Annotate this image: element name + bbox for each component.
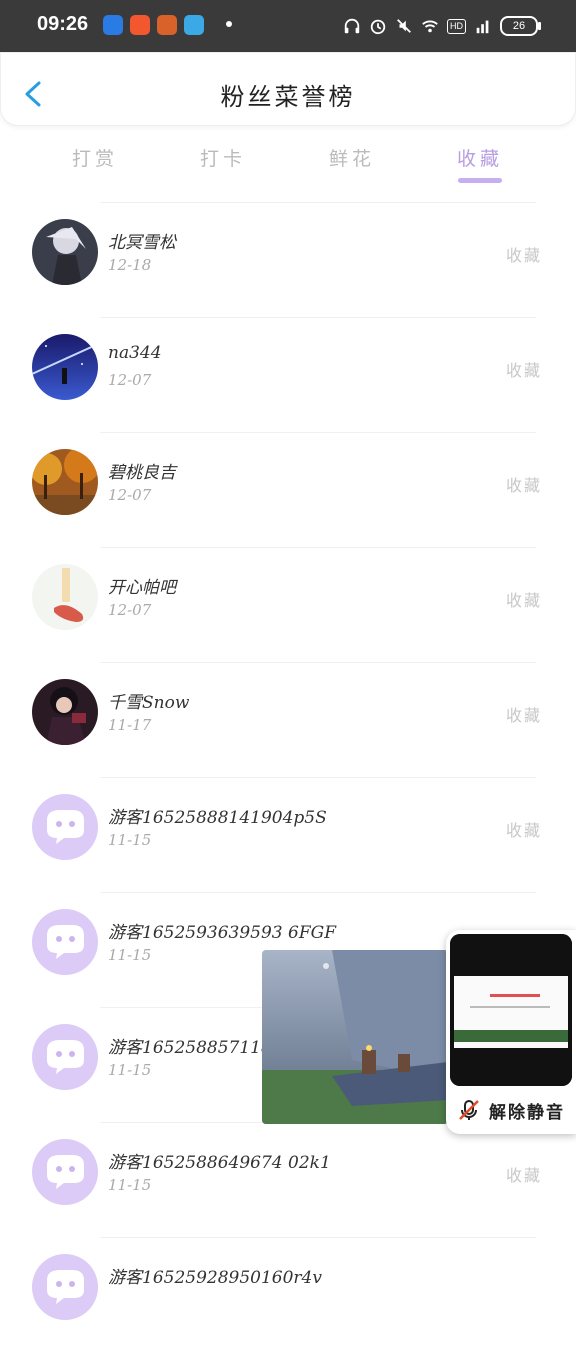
list-item[interactable]: 游客16525888141904p5S 11-15 收藏 [0,777,576,892]
page-title: 粉丝菜誉榜 [220,83,356,111]
mute-icon [397,19,411,33]
default-avatar-icon [32,1254,98,1320]
default-avatar-icon [32,1139,98,1205]
wifi-icon [422,20,438,33]
status-icons: HD 26 [343,14,541,38]
hd-badge: HD [447,18,466,34]
more-notifications-icon [226,21,232,27]
list-item[interactable]: 游客16525928950160r4v [0,1237,576,1352]
unmute-button[interactable]: 解除静音 [446,1090,576,1130]
fan-date: 12-07 [108,601,152,619]
fan-date: 11-15 [108,1061,152,1079]
fan-name: na344 [108,343,162,363]
fan-name: 游客16525888141904p5S [108,808,327,828]
active-tab-indicator [458,178,502,183]
fan-name: 游客16525928950160r4v [108,1268,322,1288]
status-bar: 09:26 HD 26 [0,0,576,52]
fan-date: 11-15 [108,946,152,964]
floating-mini-player[interactable]: 解除静音 [446,930,576,1134]
fan-date: 11-15 [108,1176,152,1194]
fan-action: 收藏 [505,1166,542,1185]
fan-action: 收藏 [505,476,542,495]
alarm-icon [370,19,386,35]
fan-name: 游客1652588649674 02k1 [108,1153,331,1173]
signal-icon [476,20,489,34]
fan-action: 收藏 [505,361,542,380]
app-notification-icon [157,15,177,35]
app-notification-icon [130,15,150,35]
list-item[interactable]: 北冥雪松 12-18 收藏 [0,202,576,317]
fan-name: 开心帕吧 [108,578,176,598]
unmute-label: 解除静音 [489,1102,565,1123]
mic-off-icon [459,1100,479,1120]
list-item[interactable]: na344 12-07 收藏 [0,317,576,432]
tab-flowers[interactable]: 鲜花 [312,144,392,171]
telegram-icon [184,15,204,35]
fan-date: 12-18 [108,256,152,274]
fan-name: 北冥雪松 [108,233,176,253]
status-time: 09:26 [37,13,89,35]
tab-favorites[interactable]: 收藏 [440,144,520,171]
fan-name: 游客165258857118 [108,1038,272,1058]
avatar [32,449,98,515]
tab-reward[interactable]: 打赏 [55,144,135,171]
default-avatar-icon [32,909,98,975]
fan-date: 11-17 [108,716,152,734]
list-item[interactable]: 游客1652588649674 02k1 11-15 收藏 [0,1122,576,1237]
tab-checkin[interactable]: 打卡 [183,144,263,171]
fan-list: 北冥雪松 12-18 收藏 na344 12-07 收藏 碧桃良吉 12-07 … [0,202,576,1352]
fan-name: 游客1652593639593 6FGF [108,923,336,943]
list-item[interactable]: 开心帕吧 12-07 收藏 [0,547,576,662]
headphones-icon [344,18,360,34]
fan-name: 千雪Snow [108,693,190,713]
fan-date: 12-07 [108,371,152,389]
fan-date: 11-15 [108,831,152,849]
fan-action: 收藏 [505,706,542,725]
floating-video-window[interactable] [262,950,448,1124]
header: 粉丝菜誉榜 [0,52,576,126]
fan-action: 收藏 [505,821,542,840]
default-avatar-icon [32,794,98,860]
fan-date: 12-07 [108,486,152,504]
avatar [32,564,98,630]
avatar [32,219,98,285]
mini-player-screen[interactable] [450,934,572,1086]
list-item[interactable]: 碧桃良吉 12-07 收藏 [0,432,576,547]
list-item[interactable]: 千雪Snow 11-17 收藏 [0,662,576,777]
fan-action: 收藏 [505,246,542,265]
app-notification-icon [103,15,123,35]
battery-icon: 26 [500,16,541,36]
avatar [32,334,98,400]
fan-action: 收藏 [505,591,542,610]
fan-name: 碧桃良吉 [108,463,176,483]
avatar [32,679,98,745]
default-avatar-icon [32,1024,98,1090]
